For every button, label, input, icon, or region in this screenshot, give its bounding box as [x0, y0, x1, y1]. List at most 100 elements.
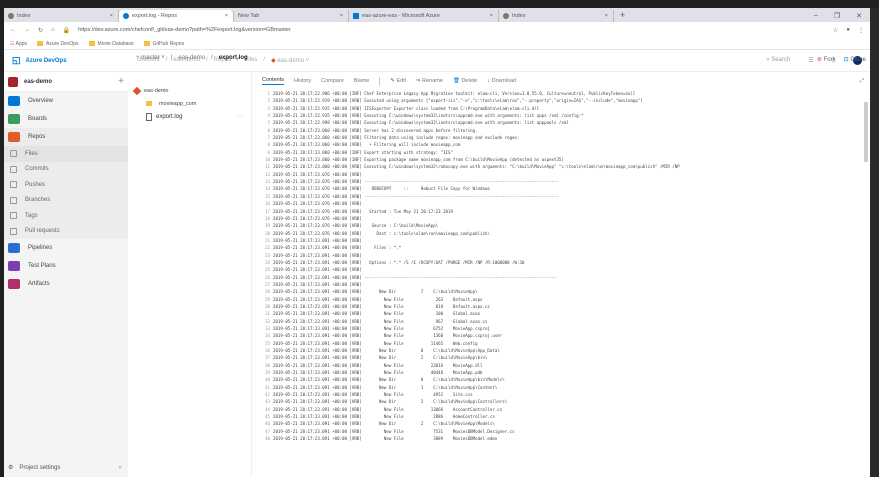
profile-icon[interactable]: ●: [846, 27, 850, 33]
minimize-button[interactable]: –: [814, 12, 818, 20]
url-input[interactable]: https://dev.azure.com/chefconf/_git/eas-…: [78, 27, 825, 33]
sidebar-item-pipelines[interactable]: Pipelines: [4, 239, 128, 257]
log-timestamp: 2019-05-21 20:17:22.906 +00:00 [INF]: [273, 91, 362, 96]
path-file: export.log: [218, 55, 248, 61]
tab-compare[interactable]: Compare: [321, 78, 344, 84]
close-tab-icon[interactable]: ×: [225, 13, 228, 19]
search-box[interactable]: ⌕ Search: [766, 57, 790, 64]
azure-icon: [353, 13, 359, 19]
line-number: 38: [265, 362, 270, 368]
restore-button[interactable]: ❐: [834, 12, 840, 20]
edit-button[interactable]: ✎ Edit: [390, 78, 406, 84]
line-number: 48: [265, 436, 270, 442]
sidebar-item-overview[interactable]: Overview: [4, 92, 128, 110]
log-message: New Dir 2 C:\build\MovieApp\Models\: [364, 421, 495, 427]
log-timestamp: 2019-05-21 20:17:23.091 +00:00 [VRB]: [273, 362, 362, 368]
sidebar-item-pushes[interactable]: Pushes: [4, 177, 128, 193]
path-bar: ⑂ master ˅ | eas-demo / export.log: [136, 55, 248, 61]
sidebar-item-label: Commits: [25, 166, 49, 173]
log-line: 1 2019-05-21 20:17:22.906 +00:00 [INF] Ch…: [262, 90, 870, 97]
azure-devops-logo-icon: ◱: [12, 55, 21, 65]
log-timestamp: 2019-05-21 20:17:23.091 +00:00 [VRB]: [273, 237, 362, 243]
tab-contents[interactable]: Contents: [262, 77, 285, 85]
sidebar-item-branches[interactable]: Branches: [4, 192, 128, 208]
log-line: 34 2019-05-21 20:17:23.091 +00:00 [VRB] N…: [262, 332, 870, 339]
tab-history[interactable]: History: [294, 78, 311, 84]
sidebar: eas-demo + Overview Boards Repos Files Commit…: [4, 72, 128, 477]
delete-button[interactable]: 🗑 Delete: [453, 78, 477, 84]
log-timestamp: 2019-05-21 20:17:23.091 +00:00 [VRB]: [273, 289, 362, 295]
log-timestamp: 2019-05-21 20:17:23.076 +00:00 [VRB]: [273, 171, 362, 177]
close-window-button[interactable]: ✕: [856, 12, 862, 20]
scrollbar[interactable]: [864, 102, 868, 162]
sidebar-item-repos[interactable]: Repos: [4, 128, 128, 146]
log-line: 48 2019-05-21 20:17:23.091 +00:00 [VRB] N…: [262, 435, 870, 442]
line-number: 32: [265, 318, 270, 324]
star-icon[interactable]: ☆: [833, 27, 838, 34]
close-tab-icon[interactable]: ×: [605, 13, 608, 19]
browser-tab[interactable]: Index ×: [4, 10, 119, 22]
line-number: 12: [265, 171, 270, 177]
close-tab-icon[interactable]: ×: [110, 13, 113, 19]
log-viewer[interactable]: 1 2019-05-21 20:17:22.906 +00:00 [INF] Ch…: [262, 90, 870, 475]
sidebar-item-test-plans[interactable]: Test Plans: [4, 257, 128, 275]
log-line: 43 2019-05-21 20:17:23.091 +00:00 [VRB] N…: [262, 398, 870, 405]
branch-selector[interactable]: ⑂ master ˅: [136, 55, 165, 61]
tree-root[interactable]: eas-demo: [128, 84, 251, 97]
tab-blame[interactable]: Blame: [354, 78, 370, 84]
settings-list-icon[interactable]: ☰: [808, 57, 813, 64]
tree-folder[interactable]: movieapp_com: [128, 97, 251, 110]
sidebar-item-files[interactable]: Files: [4, 146, 128, 162]
close-tab-icon[interactable]: ×: [340, 13, 343, 19]
more-options-icon[interactable]: ···: [237, 114, 243, 120]
new-tab-button[interactable]: +: [614, 10, 631, 22]
log-timestamp: 2019-05-21 20:17:23.076 +00:00 [VRB]: [273, 186, 362, 192]
sidebar-item-tags[interactable]: Tags: [4, 208, 128, 224]
sidebar-item-boards[interactable]: Boards: [4, 110, 128, 128]
brand-logo[interactable]: ◱ Azure DevOps: [12, 55, 137, 66]
browser-tab[interactable]: eas-azure-eas - Microsoft Azure ×: [349, 10, 499, 22]
address-bar-row: ← → ↻ ⌂ 🔒 https://dev.azure.com/chefconf/_g…: [4, 22, 870, 38]
clone-button[interactable]: ⊡ Clone: [844, 56, 866, 63]
sidebar-item-commits[interactable]: Commits: [4, 161, 128, 177]
project-settings[interactable]: ⚙ Project settings «: [8, 464, 122, 472]
bookmark-movie-database[interactable]: Movie Database: [88, 41, 134, 47]
browser-tab[interactable]: New Tab ×: [234, 10, 349, 22]
sidebar-item-pull-requests[interactable]: Pull requests: [4, 223, 128, 239]
tree-file[interactable]: export.log ···: [128, 110, 251, 123]
line-number: 19: [265, 223, 270, 229]
log-line: 21 2019-05-21 20:17:23.091 +00:00 [VRB]: [262, 237, 870, 244]
log-timestamp: 2019-05-21 20:17:23.076 +00:00 [VRB]: [273, 223, 362, 229]
log-message: New File 11465 Web.config: [364, 340, 478, 346]
log-line: 13 2019-05-21 20:17:23.076 +00:00 [VRB] -…: [262, 178, 870, 185]
log-timestamp: 2019-05-21 20:17:23.076 +00:00 [VRB]: [273, 230, 362, 236]
back-button[interactable]: ←: [10, 27, 16, 33]
download-button[interactable]: ↓ Download: [487, 78, 516, 84]
bookmark-apps[interactable]: ☷ Apps: [10, 41, 27, 47]
menu-icon[interactable]: ⋮: [858, 27, 864, 34]
log-timestamp: 2019-05-21 20:17:23.076 +00:00 [VRB]: [273, 208, 362, 214]
log-line: 3 2019-05-21 20:17:22.935 +00:00 [VRB] II…: [262, 105, 870, 112]
sidebar-item-label: Pushes: [25, 181, 46, 188]
trash-icon: 🗑: [452, 78, 460, 84]
browser-tab-active[interactable]: export.log - Repos ×: [119, 10, 234, 22]
bookmark-github-repos[interactable]: GitHub Repos: [143, 41, 184, 47]
line-number: 47: [265, 428, 270, 434]
fullscreen-icon[interactable]: ⤢: [860, 78, 864, 85]
bookmark-azure-devops[interactable]: Azure DevOps: [37, 41, 79, 47]
sidebar-item-artifacts[interactable]: Artifacts: [4, 275, 128, 293]
forward-button[interactable]: →: [24, 27, 30, 33]
project-header[interactable]: eas-demo +: [4, 72, 128, 92]
log-timestamp: 2019-05-21 20:17:23.091 +00:00 [VRB]: [273, 245, 362, 251]
fork-button[interactable]: ⊗ Fork: [817, 56, 836, 63]
log-line: 8 2019-05-21 20:17:23.060 +00:00 [VRB] + …: [262, 141, 870, 148]
log-timestamp: 2019-05-21 20:17:23.091 +00:00 [VRB]: [273, 421, 362, 427]
add-button[interactable]: +: [118, 76, 124, 87]
path-repo[interactable]: eas-demo: [178, 55, 205, 61]
collapse-icon[interactable]: «: [119, 465, 122, 471]
rename-button[interactable]: ⇒ Rename: [416, 78, 443, 84]
close-tab-icon[interactable]: ×: [490, 13, 493, 19]
reload-button[interactable]: ↻: [38, 27, 43, 34]
home-button[interactable]: ⌂: [51, 27, 55, 33]
browser-tab[interactable]: Index ×: [499, 10, 614, 22]
